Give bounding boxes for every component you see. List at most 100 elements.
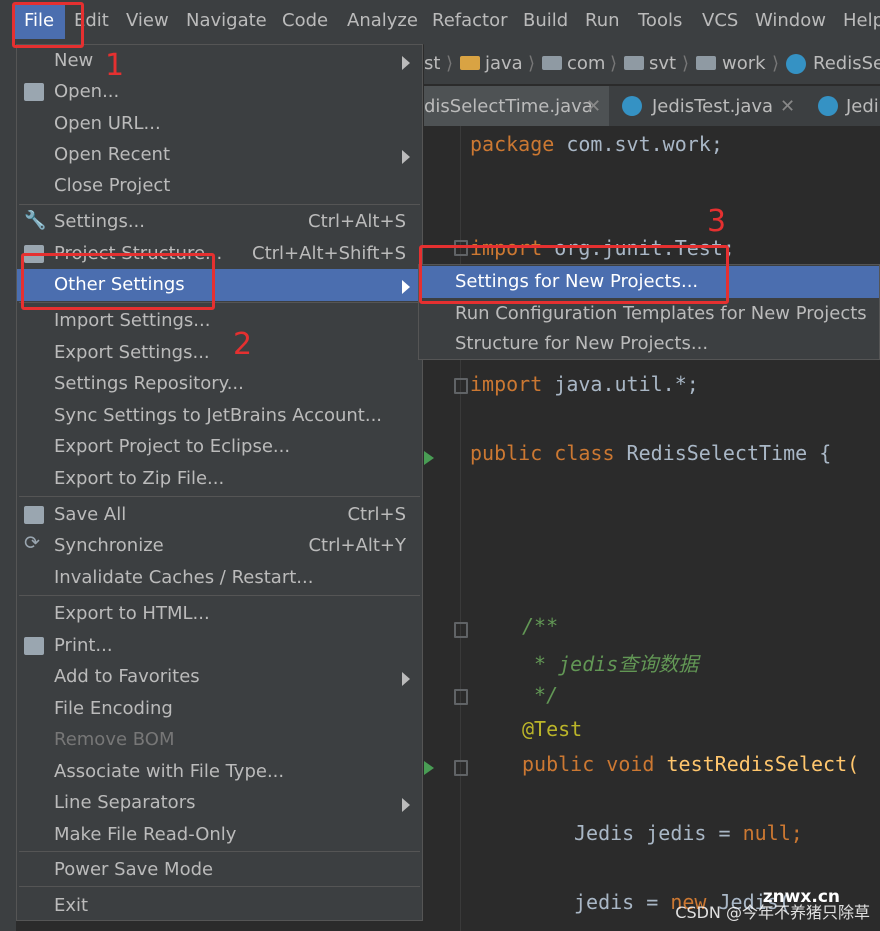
menu-separator [19, 204, 420, 205]
folder-open-icon [24, 83, 44, 101]
code-line-import-util: import java.util.*; [470, 372, 699, 396]
package-icon [542, 56, 562, 70]
package-icon [696, 56, 716, 70]
chevron-right-icon [402, 150, 410, 164]
printer-icon [24, 637, 44, 655]
chevron-right-icon [402, 672, 410, 686]
menu-item-new[interactable]: New [17, 45, 422, 77]
fold-icon[interactable] [454, 689, 468, 705]
breadcrumb-item[interactable]: svt [649, 53, 676, 74]
editor-tabs: disSelectTime.java ✕ JedisTest.java ✕ Je… [424, 86, 880, 127]
save-icon [24, 506, 44, 524]
menu-build[interactable]: Build [523, 10, 568, 31]
menu-item-associate-file-type[interactable]: Associate with File Type... [17, 756, 422, 788]
code-comment-start: /** [522, 614, 559, 638]
breadcrumb-item[interactable]: com [567, 53, 605, 74]
breadcrumb-item[interactable]: RedisSe [813, 53, 880, 74]
submenu-item-structure-new-projects[interactable]: Structure for New Projects... [419, 328, 879, 360]
menu-navigate[interactable]: Navigate [186, 10, 267, 31]
menu-item-settings[interactable]: 🔧 Settings... Ctrl+Alt+S [17, 206, 422, 238]
menu-view[interactable]: View [126, 10, 169, 31]
close-icon[interactable]: ✕ [780, 96, 795, 117]
run-icon[interactable] [424, 761, 434, 775]
menu-separator [19, 595, 420, 596]
code-line-jedis-null: Jedis jedis = null; [574, 821, 803, 845]
fold-icon[interactable] [454, 378, 468, 394]
chevron-right-icon: ⟩ [446, 53, 454, 74]
menu-item-line-separators[interactable]: Line Separators [17, 787, 422, 819]
menu-item-open-recent[interactable]: Open Recent [17, 139, 422, 171]
fold-icon[interactable] [454, 622, 468, 638]
code-annotation: @Test [522, 717, 583, 741]
project-panel-strip [0, 44, 16, 931]
folder-icon [460, 56, 480, 70]
file-menu: New Open... Open URL... Open Recent Clos… [16, 44, 423, 921]
refresh-icon: ⟳ [24, 532, 40, 554]
code-line-package: package com.svt.work; [470, 132, 723, 156]
fold-icon[interactable] [454, 760, 468, 776]
menu-item-export-html[interactable]: Export to HTML... [17, 598, 422, 630]
menu-item-sync-settings[interactable]: Sync Settings to JetBrains Account... [17, 400, 422, 432]
menu-item-exit[interactable]: Exit [17, 890, 422, 922]
menu-item-power-save[interactable]: Power Save Mode [17, 854, 422, 886]
code-line-method-decl: public void testRedisSelect( [522, 752, 860, 776]
run-icon[interactable] [424, 451, 434, 465]
menu-window[interactable]: Window [755, 10, 826, 31]
menu-code[interactable]: Code [282, 10, 328, 31]
tab-jedis[interactable]: Jedi [816, 86, 880, 126]
breadcrumb-item[interactable]: java [485, 53, 523, 74]
menu-item-export-settings[interactable]: Export Settings... [17, 337, 422, 369]
highlight-box-settings-new-projects [419, 245, 729, 304]
highlight-box-other-settings [21, 253, 215, 310]
menu-item-settings-repository[interactable]: Settings Repository... [17, 368, 422, 400]
menu-run[interactable]: Run [585, 10, 620, 31]
menu-item-open-url[interactable]: Open URL... [17, 108, 422, 140]
close-icon[interactable]: ✕ [586, 96, 601, 117]
menu-item-synchronize[interactable]: ⟳ Synchronize Ctrl+Alt+Y [17, 530, 422, 562]
package-icon [624, 56, 644, 70]
menu-item-read-only[interactable]: Make File Read-Only [17, 819, 422, 851]
class-icon [818, 96, 838, 116]
menu-item-export-zip[interactable]: Export to Zip File... [17, 463, 422, 495]
wrench-icon: 🔧 [24, 210, 47, 231]
step-number: 1 [105, 48, 125, 83]
menu-refactor[interactable]: Refactor [432, 10, 508, 31]
step-number: 3 [707, 204, 727, 239]
menu-bar: File Edit View Navigate Code Analyze Ref… [0, 0, 880, 45]
code-line-class-decl: public class RedisSelectTime { [470, 441, 832, 465]
menu-vcs[interactable]: VCS [702, 10, 738, 31]
step-number: 2 [233, 327, 253, 362]
menu-tools[interactable]: Tools [638, 10, 682, 31]
breadcrumb: st ⟩ java ⟩ com ⟩ svt ⟩ work ⟩ RedisSe [424, 44, 880, 84]
menu-item-print[interactable]: Print... [17, 630, 422, 662]
menu-item-file-encoding[interactable]: File Encoding [17, 693, 422, 725]
breadcrumb-item[interactable]: work [722, 53, 766, 74]
menu-item-invalidate-caches[interactable]: Invalidate Caches / Restart... [17, 562, 422, 594]
menu-separator [19, 886, 420, 887]
menu-item-remove-bom: Remove BOM [54, 729, 175, 750]
watermark-credit: CSDN @今年不养猪只除草 [675, 903, 870, 922]
menu-item-save-all[interactable]: Save All Ctrl+S [17, 499, 422, 531]
menu-separator [19, 496, 420, 497]
chevron-right-icon: ⟩ [610, 53, 618, 74]
menu-item-export-eclipse[interactable]: Export Project to Eclipse... [17, 431, 422, 463]
chevron-right-icon [402, 280, 410, 294]
chevron-right-icon [402, 56, 410, 70]
chevron-right-icon [402, 798, 410, 812]
menu-separator [19, 851, 420, 852]
class-icon [622, 96, 642, 116]
menu-item-close-project[interactable]: Close Project [17, 170, 422, 202]
menu-item-open[interactable]: Open... [17, 76, 422, 108]
chevron-right-icon: ⟩ [528, 53, 536, 74]
class-icon [786, 54, 806, 74]
chevron-right-icon: ⟩ [682, 53, 690, 74]
breadcrumb-item[interactable]: st [424, 53, 440, 74]
menu-analyze[interactable]: Analyze [347, 10, 418, 31]
code-comment-text: * jedis查询数据 [522, 652, 699, 676]
tab-redis-select-time[interactable]: disSelectTime.java ✕ [424, 86, 609, 126]
menu-help[interactable]: Help [843, 10, 880, 31]
menu-item-add-favorites[interactable]: Add to Favorites [17, 661, 422, 693]
highlight-box-file [12, 2, 84, 48]
code-comment-end: */ [522, 683, 559, 707]
tab-jedis-test[interactable]: JedisTest.java ✕ [614, 86, 810, 126]
